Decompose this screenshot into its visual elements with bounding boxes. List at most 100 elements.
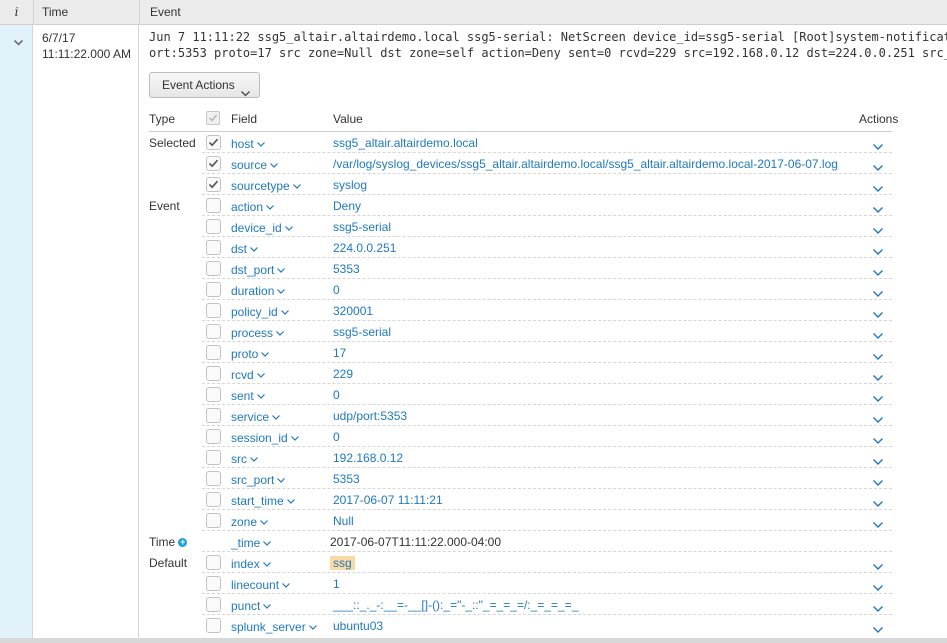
field-value-service[interactable]: udp/port:5353 <box>333 409 407 423</box>
field-checkbox-source[interactable] <box>206 156 221 171</box>
field-name-sourcetype[interactable]: sourcetype <box>231 178 301 193</box>
field-name-dst[interactable]: dst <box>231 241 258 256</box>
field-checkbox-process[interactable] <box>206 324 221 339</box>
field-value-process[interactable]: ssg5-serial <box>333 325 391 339</box>
field-actions-chevron-down-icon[interactable] <box>873 307 883 321</box>
field-actions-chevron-down-icon[interactable] <box>873 286 883 300</box>
field-value-start-time[interactable]: 2017-06-07 11:11:21 <box>333 493 443 507</box>
field-checkbox-start-time[interactable] <box>206 492 221 507</box>
field-value-punct[interactable]: ___::_._-:__=-__[]-():_="-_::"_=_=_=/:_=… <box>333 598 578 612</box>
field-checkbox-action[interactable] <box>206 198 221 213</box>
field-name-text: src <box>231 452 247 466</box>
field-checkbox-proto[interactable] <box>206 345 221 360</box>
field-actions-chevron-down-icon[interactable] <box>873 244 883 258</box>
field-actions-chevron-down-icon[interactable] <box>873 223 883 237</box>
field-actions-chevron-down-icon[interactable] <box>873 454 883 468</box>
field-value-sent[interactable]: 0 <box>333 388 340 402</box>
field-actions-chevron-down-icon[interactable] <box>873 433 883 447</box>
field-value-session-id[interactable]: 0 <box>333 430 340 444</box>
field-name-index[interactable]: index <box>231 556 271 571</box>
field-checkbox-punct[interactable] <box>206 597 221 612</box>
field-checkbox-sent[interactable] <box>206 387 221 402</box>
field-value-index[interactable]: ssg <box>330 556 355 570</box>
field-name-src[interactable]: src <box>231 451 258 466</box>
field-actions-chevron-down-icon[interactable] <box>873 181 883 195</box>
field-value-dst[interactable]: 224.0.0.251 <box>333 241 396 255</box>
field-name-host[interactable]: host <box>231 136 265 151</box>
field-name-punct[interactable]: punct <box>231 598 272 613</box>
field-actions-chevron-down-icon[interactable] <box>873 601 883 615</box>
field-actions-chevron-down-icon[interactable] <box>873 559 883 573</box>
field-name-device-id[interactable]: device_id <box>231 220 293 235</box>
field-checkbox-linecount[interactable] <box>206 576 221 591</box>
field-value-duration[interactable]: 0 <box>333 283 340 297</box>
plus-circle-icon[interactable]: + <box>178 538 188 547</box>
field-actions-chevron-down-icon[interactable] <box>873 517 883 531</box>
field-actions-chevron-down-icon[interactable] <box>873 265 883 279</box>
field-checkbox-session-id[interactable] <box>206 429 221 444</box>
field-name-splunk-server[interactable]: splunk_server <box>231 619 317 634</box>
field-actions-chevron-down-icon[interactable] <box>873 349 883 363</box>
collapse-chevron-down-icon[interactable] <box>14 35 23 49</box>
field-checkbox-splunk-server[interactable] <box>206 618 221 633</box>
field-value-dst-port[interactable]: 5353 <box>333 262 360 276</box>
field-checkbox-policy-id[interactable] <box>206 303 221 318</box>
field-checkbox-sourcetype[interactable] <box>206 177 221 192</box>
field-actions-chevron-down-icon[interactable] <box>873 391 883 405</box>
field-actions-chevron-down-icon[interactable] <box>873 496 883 510</box>
field-actions-chevron-down-icon[interactable] <box>873 202 883 216</box>
field-name-action[interactable]: action <box>231 199 274 214</box>
field-name-rcvd[interactable]: rcvd <box>231 367 265 382</box>
field-actions-chevron-down-icon[interactable] <box>873 412 883 426</box>
field-checkbox-device-id[interactable] <box>206 219 221 234</box>
field-name-source[interactable]: source <box>231 157 278 172</box>
event-actions-button[interactable]: Event Actions <box>149 72 260 98</box>
field-actions-chevron-down-icon[interactable] <box>873 622 883 636</box>
field-value-zone[interactable]: Null <box>333 514 354 528</box>
field-checkbox-rcvd[interactable] <box>206 366 221 381</box>
field-name-service[interactable]: service <box>231 409 280 424</box>
field-actions-chevron-down-icon[interactable] <box>873 475 883 489</box>
field-name-process[interactable]: process <box>231 325 284 340</box>
field-checkbox-src[interactable] <box>206 450 221 465</box>
field-name-duration[interactable]: duration <box>231 283 286 298</box>
field-name-sent[interactable]: sent <box>231 388 265 403</box>
field-actions-chevron-down-icon[interactable] <box>873 370 883 384</box>
field-value-policy-id[interactable]: 320001 <box>333 304 373 318</box>
field-name-start-time[interactable]: start_time <box>231 493 295 508</box>
field-actions-chevron-down-icon[interactable] <box>873 139 883 153</box>
select-all-checkbox[interactable] <box>206 111 220 125</box>
field-name-zone[interactable]: zone <box>231 514 268 529</box>
field-value-host[interactable]: ssg5_altair.altairdemo.local <box>333 136 478 150</box>
field-checkbox-dst-port[interactable] <box>206 261 221 276</box>
field-value-src-port[interactable]: 5353 <box>333 472 360 486</box>
field-value-action[interactable]: Deny <box>333 199 361 213</box>
field-value-src[interactable]: 192.168.0.12 <box>333 451 403 465</box>
field-name-session-id[interactable]: session_id <box>231 430 299 445</box>
field-value-source[interactable]: /var/log/syslog_devices/ssg5_altair.alta… <box>333 157 838 171</box>
field-actions-chevron-down-icon[interactable] <box>873 580 883 594</box>
field-checkbox-index[interactable] <box>206 555 221 570</box>
field-actions-chevron-down-icon[interactable] <box>873 160 883 174</box>
field-name-dst-port[interactable]: dst_port <box>231 262 286 277</box>
field-value-rcvd[interactable]: 229 <box>333 367 353 381</box>
field-value-splunk-server[interactable]: ubuntu03 <box>333 619 383 633</box>
field-checkbox-zone[interactable] <box>206 513 221 528</box>
field-checkbox-service[interactable] <box>206 408 221 423</box>
field-name-proto[interactable]: proto <box>231 346 270 361</box>
field-checkbox-duration[interactable] <box>206 282 221 297</box>
field-value-sourcetype[interactable]: syslog <box>333 178 367 192</box>
chevron-down-icon <box>261 346 270 360</box>
field-checkbox-src-port[interactable] <box>206 471 221 486</box>
field-value-linecount[interactable]: 1 <box>333 577 340 591</box>
field-name-src-port[interactable]: src_port <box>231 472 286 487</box>
field-value-device-id[interactable]: ssg5-serial <box>333 220 391 234</box>
field-actions-chevron-down-icon[interactable] <box>873 328 883 342</box>
time-column-header[interactable]: Time <box>33 0 139 24</box>
field-value-proto[interactable]: 17 <box>333 346 346 360</box>
field-name-linecount[interactable]: linecount <box>231 577 290 592</box>
field-name-policy-id[interactable]: policy_id <box>231 304 289 319</box>
field-checkbox-dst[interactable] <box>206 240 221 255</box>
field-name-time[interactable]: _time <box>231 535 272 550</box>
field-checkbox-host[interactable] <box>206 135 221 150</box>
